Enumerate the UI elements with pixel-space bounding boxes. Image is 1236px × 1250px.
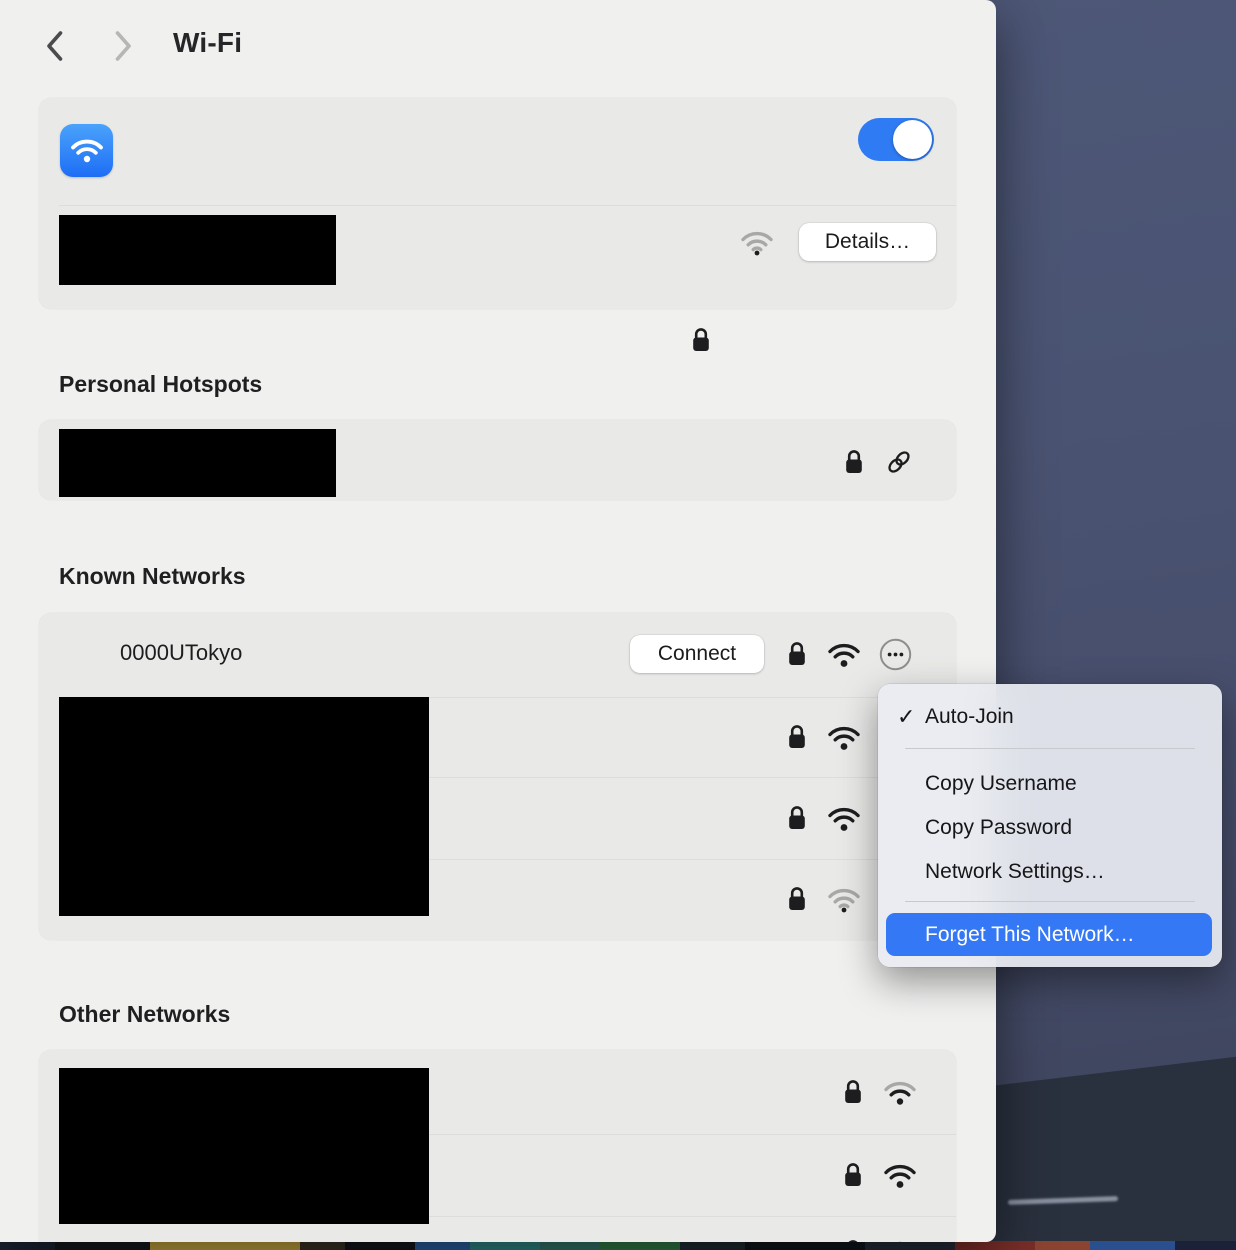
wifi-app-icon bbox=[60, 124, 113, 177]
dock-icon bbox=[1090, 1241, 1175, 1250]
redacted-hotspot-name bbox=[59, 429, 336, 497]
lock-icon bbox=[787, 640, 807, 673]
dock-icon bbox=[540, 1241, 600, 1250]
dock-icon bbox=[300, 1241, 345, 1250]
menu-item-label: Network Settings… bbox=[925, 860, 1105, 884]
wifi-signal-icon bbox=[883, 1079, 917, 1111]
menu-item-network-settings[interactable]: Network Settings… bbox=[878, 850, 1222, 894]
other-networks-card bbox=[39, 1050, 956, 1242]
menu-item-label: Copy Username bbox=[925, 772, 1077, 796]
dock-icon bbox=[55, 1241, 150, 1250]
dock-icon bbox=[415, 1241, 470, 1250]
dock-icon bbox=[745, 1241, 865, 1250]
lock-icon bbox=[691, 326, 711, 359]
lock-icon bbox=[843, 1238, 863, 1242]
connect-button[interactable]: Connect bbox=[630, 635, 764, 673]
forward-button[interactable] bbox=[108, 28, 138, 66]
menu-separator bbox=[905, 901, 1195, 902]
ellipsis-circle-icon bbox=[875, 663, 916, 678]
menu-separator bbox=[905, 748, 1195, 749]
lock-icon bbox=[787, 804, 807, 837]
dock-icon bbox=[470, 1241, 540, 1250]
wifi-signal-icon bbox=[740, 229, 774, 261]
dock-icon bbox=[1175, 1241, 1236, 1250]
wifi-signal-icon bbox=[827, 641, 861, 673]
wifi-signal-icon bbox=[883, 1239, 917, 1242]
section-heading-known-networks: Known Networks bbox=[59, 563, 246, 590]
lock-icon bbox=[787, 723, 807, 756]
menu-item-copy-password[interactable]: Copy Password bbox=[878, 806, 1222, 850]
lock-icon bbox=[843, 1078, 863, 1111]
redacted-network-name bbox=[59, 215, 336, 285]
link-icon bbox=[886, 449, 912, 480]
known-networks-card: 0000UTokyo Connect bbox=[39, 613, 956, 940]
details-button[interactable]: Details… bbox=[799, 223, 936, 261]
wifi-signal-icon bbox=[883, 1162, 917, 1194]
checkmark-icon: ✓ bbox=[897, 704, 915, 730]
chevron-left-icon bbox=[44, 51, 66, 66]
menu-item-auto-join[interactable]: ✓ Auto-Join bbox=[878, 695, 1222, 739]
network-name: 0000UTokyo bbox=[120, 640, 242, 666]
menu-item-label: Auto-Join bbox=[925, 705, 1014, 729]
lock-icon bbox=[787, 885, 807, 918]
menu-item-forget-this-network[interactable]: Forget This Network… bbox=[886, 913, 1212, 956]
lock-icon bbox=[844, 448, 864, 481]
dock-icon bbox=[0, 1241, 55, 1250]
toggle-knob bbox=[893, 120, 932, 159]
system-settings-window: Wi-Fi Wi-Fi bbox=[0, 0, 996, 1242]
chevron-right-icon bbox=[112, 51, 134, 66]
divider bbox=[59, 205, 956, 206]
wifi-toggle-card: Wi-Fi Details… bbox=[39, 98, 956, 309]
dock-icon bbox=[600, 1241, 680, 1250]
menu-item-label: Copy Password bbox=[925, 816, 1072, 840]
page-title: Wi-Fi bbox=[173, 27, 242, 59]
more-options-button[interactable] bbox=[875, 634, 916, 678]
dock-icon bbox=[680, 1241, 745, 1250]
dock-icon bbox=[150, 1241, 300, 1250]
wifi-signal-icon bbox=[827, 805, 861, 837]
dock-icon bbox=[865, 1241, 955, 1250]
back-button[interactable] bbox=[40, 28, 70, 66]
menu-item-label: Forget This Network… bbox=[925, 923, 1135, 947]
network-context-menu: ✓ Auto-Join Copy Username Copy Password … bbox=[878, 684, 1222, 967]
personal-hotspots-card bbox=[39, 420, 956, 500]
redacted-network-names bbox=[59, 1068, 429, 1224]
lock-icon bbox=[843, 1161, 863, 1194]
dock-icon bbox=[955, 1241, 1035, 1250]
wifi-signal-icon bbox=[827, 886, 861, 918]
wifi-signal-icon bbox=[827, 724, 861, 756]
section-heading-other-networks: Other Networks bbox=[59, 1001, 230, 1028]
menu-item-copy-username[interactable]: Copy Username bbox=[878, 762, 1222, 806]
section-heading-personal-hotspots: Personal Hotspots bbox=[59, 371, 262, 398]
dock-icon bbox=[1035, 1241, 1090, 1250]
wifi-toggle[interactable] bbox=[858, 118, 934, 161]
dock[interactable] bbox=[0, 1241, 1236, 1250]
redacted-network-names bbox=[59, 697, 429, 916]
dock-icon bbox=[345, 1241, 415, 1250]
